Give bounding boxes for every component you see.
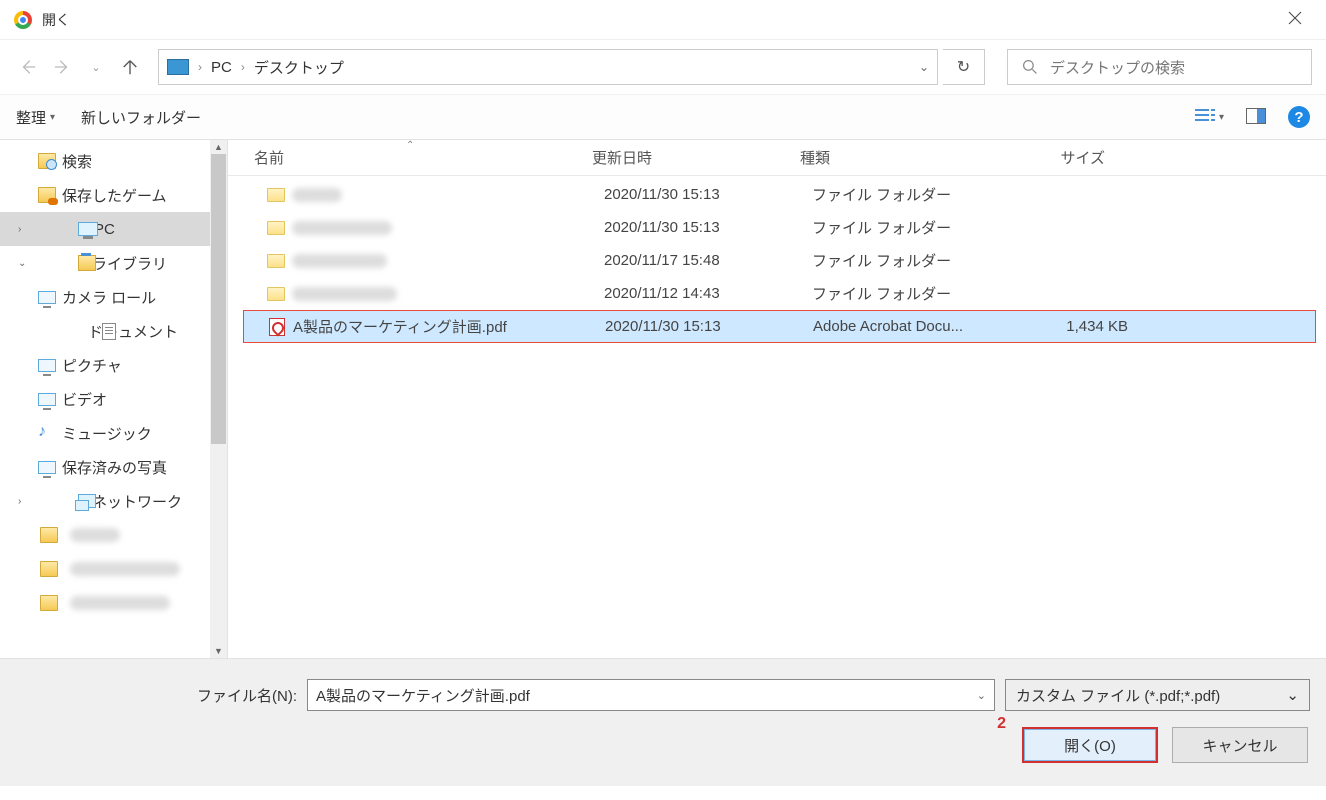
library-icon bbox=[78, 255, 96, 271]
file-name: A製品のマーケティング計画.pdf bbox=[293, 316, 507, 337]
sidebar-item-blurred[interactable] bbox=[0, 552, 227, 586]
close-button[interactable] bbox=[1278, 5, 1312, 34]
sidebar-item-network[interactable]: › ネットワーク bbox=[0, 484, 227, 518]
cancel-button[interactable]: キャンセル bbox=[1172, 727, 1308, 763]
address-bar[interactable]: › PC › デスクトップ ⌄ bbox=[158, 49, 938, 85]
chevron-down-icon[interactable]: ⌄ bbox=[977, 689, 986, 702]
open-button[interactable]: 開く(O) bbox=[1022, 727, 1158, 763]
filter-value: カスタム ファイル (*.pdf;*.pdf) bbox=[1016, 685, 1220, 706]
network-icon bbox=[78, 494, 96, 508]
chevron-right-icon: › bbox=[195, 60, 205, 74]
preview-pane-button[interactable] bbox=[1246, 108, 1266, 127]
help-button[interactable]: ? bbox=[1288, 106, 1310, 128]
annotation-2: 2 bbox=[997, 715, 1006, 733]
sidebar-scrollbar[interactable]: ▲ ▼ bbox=[210, 140, 227, 658]
address-dropdown[interactable]: ⌄ bbox=[919, 60, 929, 74]
file-row-selected[interactable]: A製品のマーケティング計画.pdf 2020/11/30 15:13 Adobe… bbox=[243, 310, 1316, 343]
organize-button[interactable]: 整理▾ bbox=[16, 107, 55, 128]
document-icon bbox=[102, 323, 116, 340]
search-input[interactable]: デスクトップの検索 bbox=[1007, 49, 1312, 85]
filename-value: A製品のマーケティング計画.pdf bbox=[316, 685, 530, 706]
scroll-up-icon[interactable]: ▲ bbox=[214, 142, 223, 152]
breadcrumb-pc[interactable]: PC bbox=[211, 59, 232, 76]
up-button[interactable] bbox=[116, 53, 144, 81]
file-row[interactable]: 2020/11/30 15:13 ファイル フォルダー bbox=[240, 211, 1326, 244]
chrome-icon bbox=[14, 11, 32, 29]
sidebar-item-camera-roll[interactable]: カメラ ロール bbox=[0, 280, 227, 314]
forward-button[interactable] bbox=[48, 53, 76, 81]
sidebar-item-pictures[interactable]: ピクチャ bbox=[0, 348, 227, 382]
chevron-down-icon[interactable]: ⌄ bbox=[1286, 686, 1299, 704]
device-icon bbox=[38, 291, 56, 304]
sidebar-item-blurred[interactable] bbox=[0, 586, 227, 620]
file-row[interactable]: 2020/11/17 15:48 ファイル フォルダー bbox=[240, 244, 1326, 277]
refresh-button[interactable]: ↻ bbox=[943, 49, 985, 85]
search-folder-icon bbox=[38, 153, 56, 169]
view-button[interactable]: ▾ bbox=[1195, 109, 1224, 125]
search-placeholder: デスクトップの検索 bbox=[1050, 57, 1185, 78]
breadcrumb-desktop[interactable]: デスクトップ bbox=[254, 57, 344, 78]
col-header-size[interactable]: サイズ bbox=[996, 140, 1126, 175]
sidebar-item-saved-games[interactable]: 保存したゲーム bbox=[0, 178, 227, 212]
scroll-down-icon[interactable]: ▼ bbox=[214, 646, 223, 656]
sort-arrow-icon: ⌃ bbox=[406, 140, 414, 151]
file-row[interactable]: 2020/11/30 15:13 ファイル フォルダー bbox=[240, 178, 1326, 211]
filename-label: ファイル名(N): bbox=[197, 685, 297, 706]
sidebar-item-pc[interactable]: › PC bbox=[0, 212, 227, 246]
pc-icon bbox=[167, 59, 189, 75]
file-type-filter[interactable]: カスタム ファイル (*.pdf;*.pdf) ⌄ bbox=[1005, 679, 1310, 711]
sidebar-item-libraries[interactable]: ⌄ ライブラリ bbox=[0, 246, 227, 280]
pc-icon bbox=[78, 222, 98, 236]
folder-icon bbox=[267, 287, 285, 301]
videos-icon bbox=[38, 393, 56, 406]
back-button[interactable] bbox=[14, 53, 42, 81]
saved-photos-icon bbox=[38, 461, 56, 474]
file-list: ⌃ 名前 更新日時 種類 サイズ 1 2020/11/30 15:13 ファイル… bbox=[228, 140, 1326, 658]
scroll-thumb[interactable] bbox=[211, 154, 226, 444]
sidebar-item-saved-photos[interactable]: 保存済みの写真 bbox=[0, 450, 227, 484]
col-header-type[interactable]: 種類 bbox=[786, 140, 996, 175]
sidebar-item-music[interactable]: ♪ ミュージック bbox=[0, 416, 227, 450]
expand-icon[interactable]: › bbox=[18, 224, 21, 235]
sidebar-item-documents[interactable]: ドキュメント bbox=[0, 314, 227, 348]
recent-dropdown[interactable]: ⌄ bbox=[82, 53, 110, 81]
chevron-right-icon: › bbox=[238, 60, 248, 74]
col-header-date[interactable]: 更新日時 bbox=[578, 140, 786, 175]
sidebar: 検索 保存したゲーム › PC ⌄ ライブラリ カメラ ロール ドキュメント ピ… bbox=[0, 140, 228, 658]
expand-icon[interactable]: › bbox=[18, 496, 21, 507]
pictures-icon bbox=[38, 359, 56, 372]
sidebar-item-videos[interactable]: ビデオ bbox=[0, 382, 227, 416]
new-folder-button[interactable]: 新しいフォルダー bbox=[81, 107, 201, 128]
folder-icon bbox=[267, 188, 285, 202]
folder-icon bbox=[267, 221, 285, 235]
games-folder-icon bbox=[38, 187, 56, 203]
music-icon: ♪ bbox=[38, 425, 56, 441]
file-list-header: 名前 更新日時 種類 サイズ bbox=[228, 140, 1326, 176]
sidebar-item-blurred[interactable] bbox=[0, 518, 227, 552]
sidebar-item-search[interactable]: 検索 bbox=[0, 144, 227, 178]
folder-icon bbox=[267, 254, 285, 268]
expand-icon[interactable]: ⌄ bbox=[18, 258, 26, 269]
window-title: 開く bbox=[42, 10, 70, 30]
file-row[interactable]: 2020/11/12 14:43 ファイル フォルダー bbox=[240, 277, 1326, 310]
pdf-icon bbox=[269, 318, 285, 336]
filename-input[interactable]: A製品のマーケティング計画.pdf ⌄ bbox=[307, 679, 995, 711]
